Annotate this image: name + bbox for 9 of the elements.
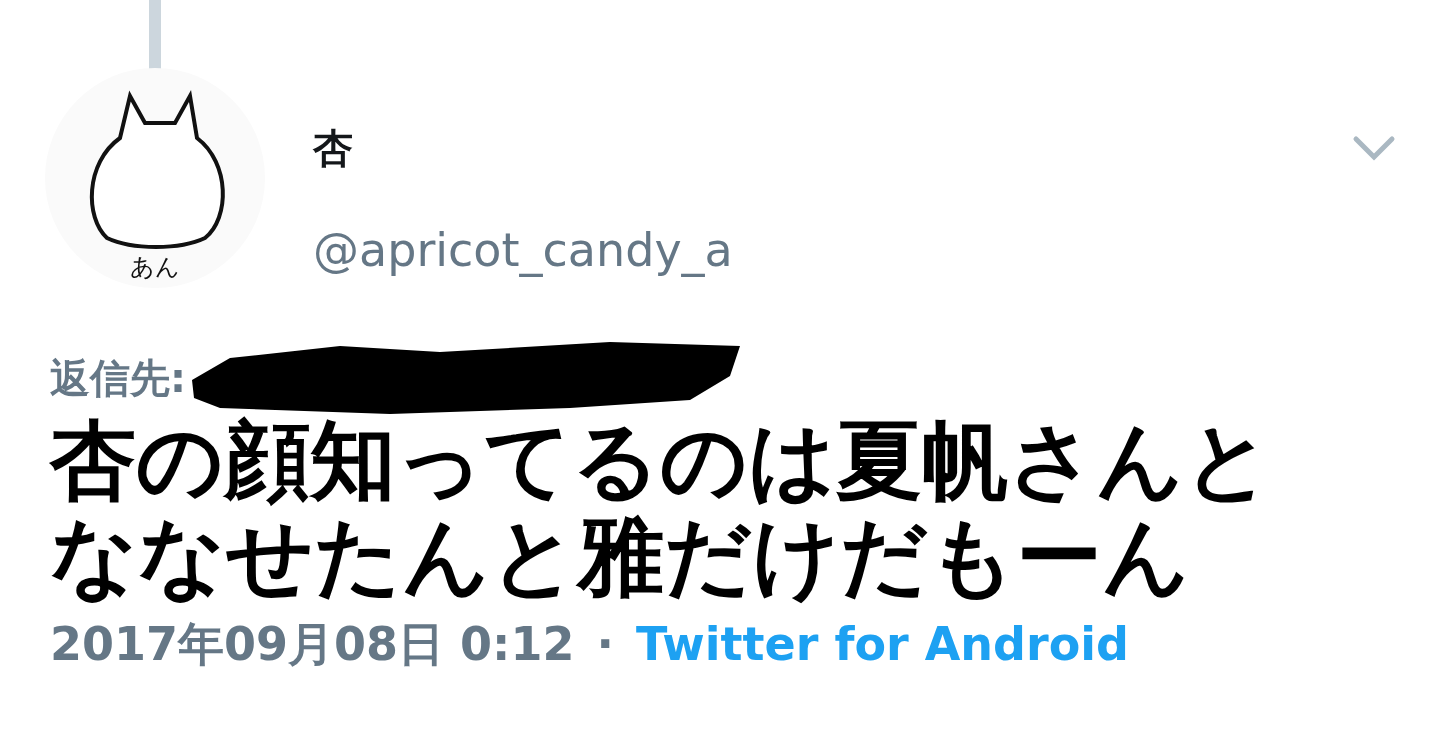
chevron-down-icon[interactable] <box>1352 135 1396 163</box>
user-handle[interactable]: @apricot_candy_a <box>313 216 733 285</box>
source-link[interactable]: Twitter for Android <box>636 610 1130 679</box>
reply-label: 返信先: <box>50 354 186 403</box>
avatar-caption: あん <box>130 253 180 281</box>
timestamp[interactable]: 2017年09月08日 0:12 <box>50 610 575 679</box>
tweet-text: 杏の顔知ってるのは夏帆さんとななせたんと雅だけだもーん <box>48 412 1273 604</box>
separator: · <box>596 616 614 673</box>
display-name[interactable]: 杏 <box>313 118 733 178</box>
